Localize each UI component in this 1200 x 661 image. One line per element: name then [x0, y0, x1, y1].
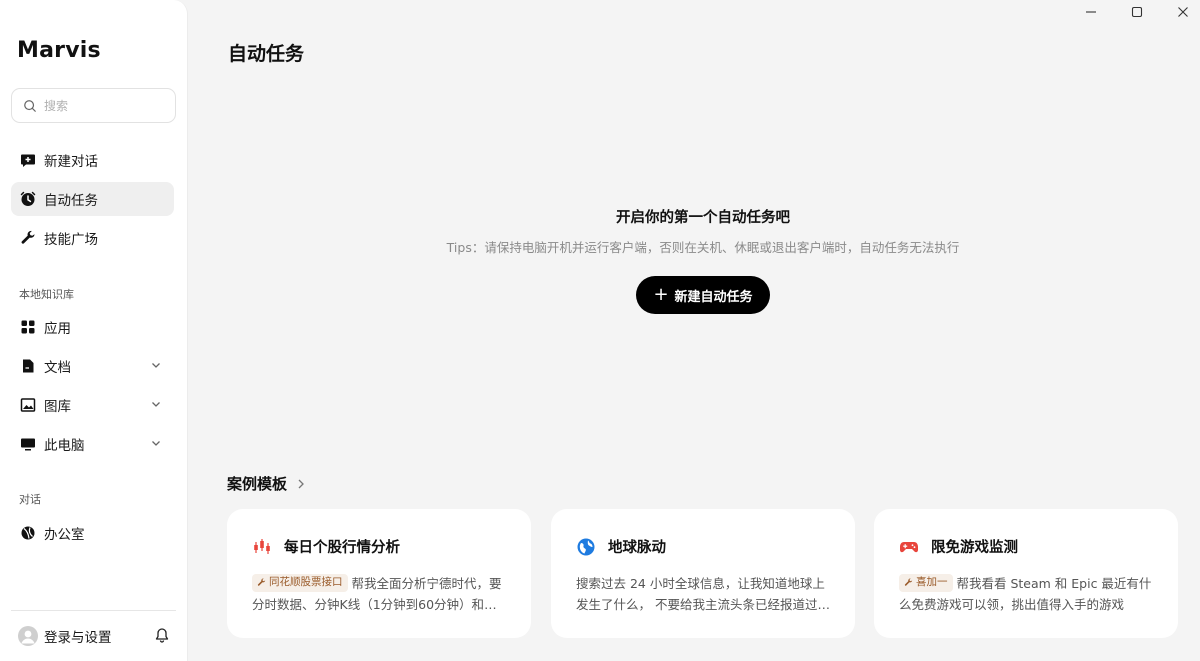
login-label: 登录与设置: [44, 630, 112, 646]
bell-icon[interactable]: [154, 627, 170, 643]
document-icon: [20, 358, 36, 374]
chat-plus-icon: [20, 152, 36, 168]
template-title: 每日个股行情分析: [284, 540, 400, 556]
nav-this-pc[interactable]: 此电脑: [11, 427, 174, 461]
nav-auto-task[interactable]: 自动任务: [11, 182, 174, 216]
plus-icon: +: [653, 284, 669, 305]
template-card-stock[interactable]: 每日个股行情分析 同花顺股票接口 帮我全面分析宁德时代，要分时数据、分钟K线（1…: [227, 509, 531, 638]
wrench-icon: [257, 578, 266, 586]
avatar-icon: [18, 626, 38, 646]
template-card-free-games[interactable]: 限免游戏监测 喜加一 帮我看看 Steam 和 Epic 最近有什么免费游戏可以…: [874, 509, 1178, 638]
nav-label: 技能广场: [44, 232, 98, 248]
image-icon: [20, 397, 36, 413]
maximize-icon: [1131, 6, 1143, 18]
candlestick-icon: [254, 538, 270, 554]
grid-icon: [20, 319, 36, 335]
template-card-earth-pulse[interactable]: 地球脉动 搜索过去 24 小时全球信息，让我知道地球上发生了什么， 不要给我主流…: [551, 509, 855, 638]
nav-new-chat[interactable]: 新建对话: [11, 143, 174, 177]
monitor-icon: [20, 436, 36, 452]
wrench-icon: [20, 230, 36, 246]
template-desc: 同花顺股票接口 帮我全面分析宁德时代，要分时数据、分钟K线（1分钟到60分钟）和…: [252, 573, 509, 615]
nav-label: 图库: [44, 399, 71, 415]
templates-header[interactable]: 案例模板: [227, 473, 307, 494]
tag-label: 喜加一: [916, 576, 948, 588]
clock-icon: [20, 191, 36, 207]
desc-text: 搜索过去 24 小时全球信息，让我知道地球上发生了什么， 不要给我主流头条已经报…: [576, 576, 830, 612]
search-icon: [24, 99, 36, 112]
sidebar-divider: [11, 610, 176, 611]
skill-tag: 喜加一: [899, 573, 953, 592]
chevron-down-icon[interactable]: [150, 398, 162, 410]
nav-label: 文档: [44, 360, 71, 376]
nav-skill-square[interactable]: 技能广场: [11, 221, 174, 255]
chevron-right-icon: [298, 479, 304, 488]
skill-tag: 同花顺股票接口: [252, 573, 348, 592]
templates-title: 案例模板: [227, 475, 288, 493]
nav-label: 新建对话: [44, 154, 98, 170]
search-box[interactable]: [11, 88, 176, 123]
nav-label: 此电脑: [44, 438, 85, 454]
nav-label: 应用: [44, 321, 71, 337]
button-label: 新建自动任务: [674, 289, 753, 305]
empty-state-title: 开启你的第一个自动任务吧: [616, 210, 790, 226]
template-title: 地球脉动: [608, 540, 666, 556]
globe-icon: [577, 538, 595, 555]
section-label-knowledge: 本地知识库: [19, 288, 74, 301]
page-title: 自动任务: [228, 43, 305, 65]
chevron-down-icon[interactable]: [150, 359, 162, 371]
gamepad-icon: [900, 541, 918, 552]
tag-label: 同花顺股票接口: [269, 576, 343, 588]
template-desc: 搜索过去 24 小时全球信息，让我知道地球上发生了什么， 不要给我主流头条已经报…: [576, 573, 833, 615]
close-button[interactable]: [1171, 4, 1195, 20]
login-settings-button[interactable]: 登录与设置: [18, 626, 112, 646]
template-title: 限免游戏监测: [931, 540, 1018, 556]
chat-item-office[interactable]: 办公室: [11, 516, 174, 550]
nav-label: 自动任务: [44, 193, 98, 209]
maximize-button[interactable]: [1125, 4, 1149, 20]
wrench-icon: [904, 578, 913, 586]
section-label-chats: 对话: [19, 493, 41, 506]
nav-gallery[interactable]: 图库: [11, 388, 174, 422]
ball-icon: [20, 525, 36, 541]
new-auto-task-button[interactable]: + 新建自动任务: [636, 276, 770, 314]
empty-state-tip: Tips：请保持电脑开机并运行客户端，否则在关机、休眠或退出客户端时，自动任务无…: [446, 240, 960, 255]
brand-logo: Marvis: [17, 38, 101, 63]
template-desc: 喜加一 帮我看看 Steam 和 Epic 最近有什么免费游戏可以领，挑出值得入…: [899, 573, 1156, 615]
nav-apps[interactable]: 应用: [11, 310, 174, 344]
minimize-icon: [1086, 11, 1096, 13]
search-input[interactable]: [44, 98, 164, 113]
chevron-down-icon[interactable]: [150, 437, 162, 449]
minimize-button[interactable]: [1079, 4, 1103, 20]
chat-label: 办公室: [44, 527, 85, 543]
nav-documents[interactable]: 文档: [11, 349, 174, 383]
close-icon: [1178, 7, 1188, 17]
sidebar: Marvis 新建对话 自动任务 技能广场 本地知识库 应用 文档: [0, 0, 188, 661]
